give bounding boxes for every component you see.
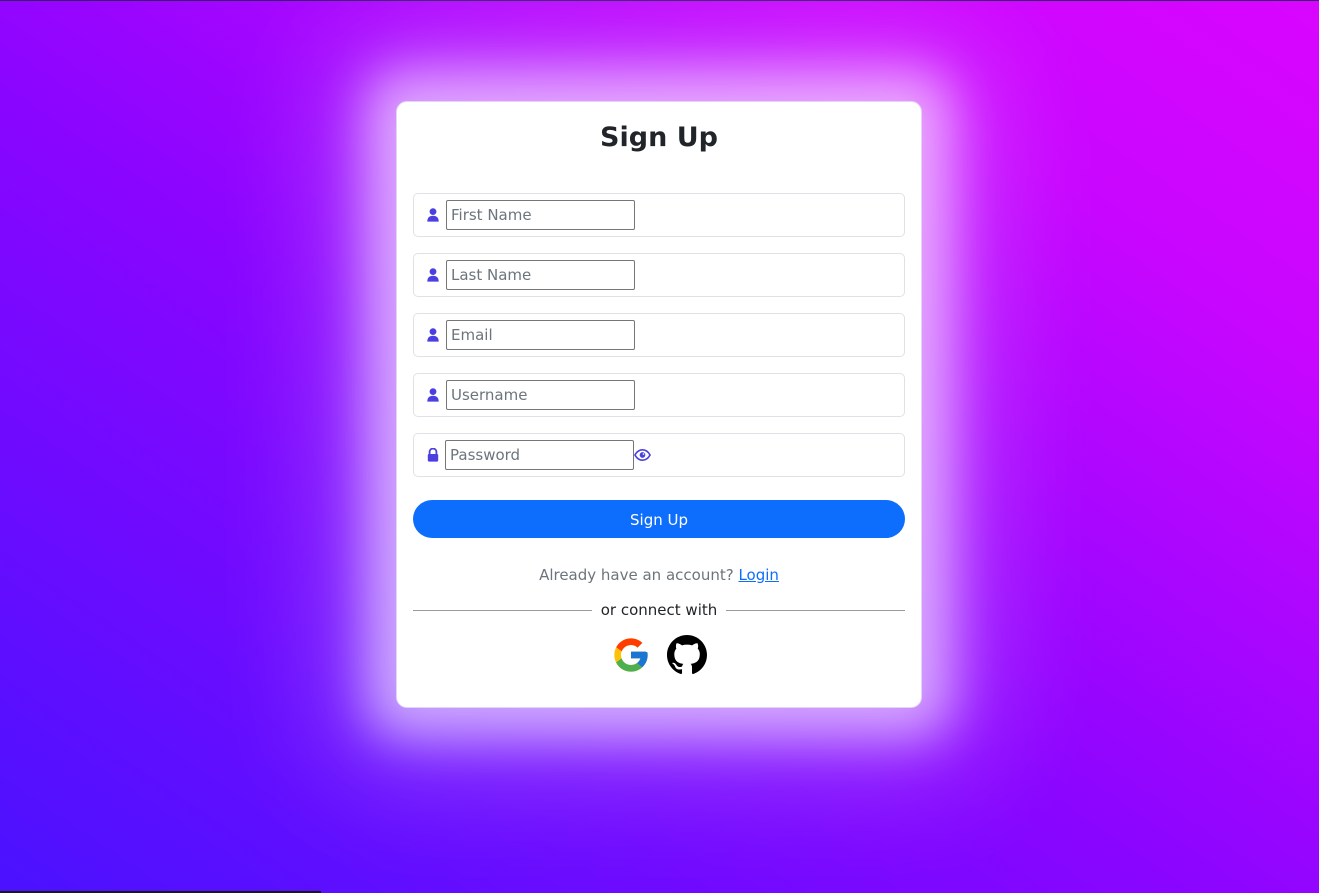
divider-line-left xyxy=(413,609,592,611)
user-icon xyxy=(427,388,439,402)
last-name-field xyxy=(413,253,905,297)
already-text: Already have an account? xyxy=(539,566,734,584)
first-name-field xyxy=(413,193,905,237)
divider-line-right xyxy=(726,609,905,611)
login-link[interactable]: Login xyxy=(738,566,778,584)
email-input[interactable] xyxy=(446,320,635,350)
user-icon xyxy=(427,268,439,282)
username-field xyxy=(413,373,905,417)
last-name-input[interactable] xyxy=(446,260,635,290)
user-icon xyxy=(427,328,439,342)
username-input[interactable] xyxy=(446,380,635,410)
top-border xyxy=(0,0,1319,1)
social-login-group xyxy=(397,635,921,675)
email-field xyxy=(413,313,905,357)
divider-text: or connect with xyxy=(600,601,718,619)
login-prompt: Already have an account? Login xyxy=(397,564,921,586)
signup-button[interactable]: Sign Up xyxy=(413,500,905,538)
eye-icon[interactable] xyxy=(634,448,651,462)
password-field xyxy=(413,433,905,477)
user-icon xyxy=(427,208,439,222)
first-name-input[interactable] xyxy=(446,200,635,230)
page-title: Sign Up xyxy=(600,122,718,153)
github-icon[interactable] xyxy=(667,635,707,675)
google-icon[interactable] xyxy=(611,635,651,675)
signup-card: Sign Up First Name Last Name Email Usern… xyxy=(396,101,922,708)
social-divider: or connect with xyxy=(413,599,905,621)
password-input[interactable] xyxy=(445,440,634,470)
lock-icon xyxy=(427,448,439,462)
